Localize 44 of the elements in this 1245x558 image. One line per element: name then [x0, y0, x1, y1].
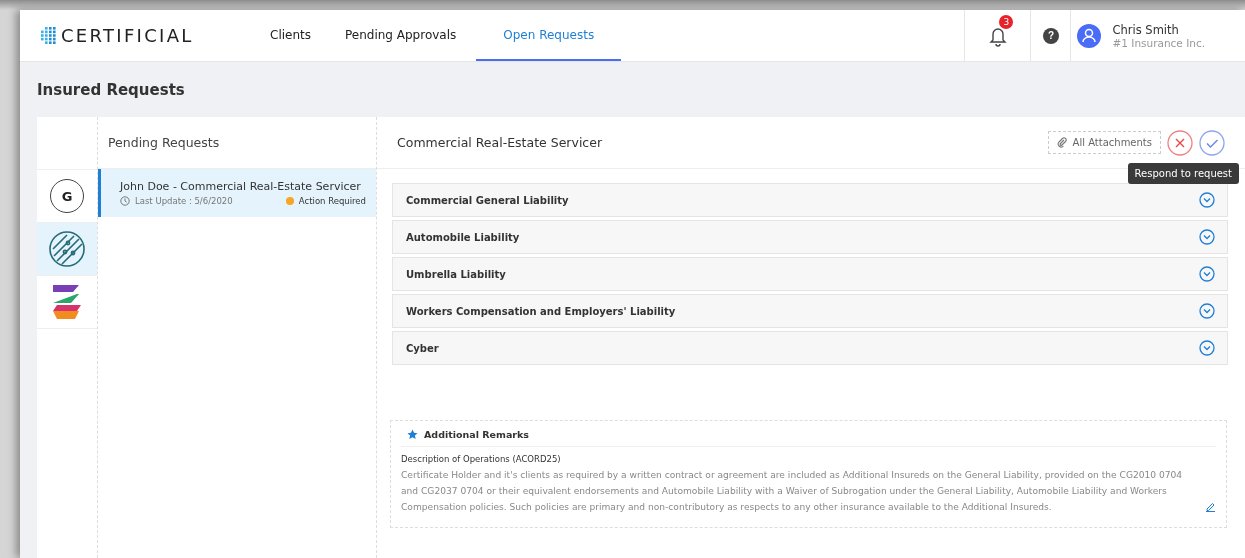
tooltip: Respond to request: [1127, 162, 1239, 184]
accordion-item[interactable]: Workers Compensation and Employers' Liability: [392, 294, 1228, 328]
accordion-item[interactable]: Umbrella Liability: [392, 257, 1228, 291]
remarks-text: Certificate Holder and it's clients as required by a written contract or agreement are included as Additional Insureds on the General Liability, provided on the CG2010 0704 and CG2037 0704 or their equivalent endorsements and Automobile Liability with a Waiver of Subrogation under the General Liability, Automobile Liability and Workers Compensation policies. Such policies are primary and non-contributory as respects to any other insurance available to the Additional Insureds.: [401, 469, 1184, 514]
request-item[interactable]: John Doe - Commercial Real-Estate Servicer Last Update : 5/6/2020 Action Required: [98, 169, 376, 217]
clock-icon: [120, 196, 130, 206]
help-button[interactable]: ?: [1042, 27, 1059, 44]
approve-button[interactable]: [1199, 129, 1225, 156]
attachments-button[interactable]: All Attachments: [1047, 131, 1161, 154]
nav-tab[interactable]: Pending Approvals: [331, 10, 471, 61]
notification-badge: 3: [999, 15, 1014, 29]
reject-button[interactable]: [1167, 129, 1193, 156]
chevron-icon[interactable]: [1199, 229, 1215, 245]
remarks-subtitle: Description of Operations (ACORD25): [401, 454, 562, 464]
pencil-icon[interactable]: [1205, 501, 1216, 512]
request-title: John Doe - Commercial Real-Estate Servicer: [120, 180, 362, 193]
status-text: Action Required: [298, 196, 366, 206]
accordion-item[interactable]: Commercial General Liability: [392, 183, 1228, 217]
chevron-icon[interactable]: [1199, 192, 1215, 208]
paperclip-icon: [1056, 137, 1067, 148]
user-company: #1 Insurance Inc.: [1112, 36, 1205, 49]
user-name: Chris Smith: [1112, 22, 1180, 37]
section-title: Commercial General Liability: [406, 194, 569, 206]
chevron-icon[interactable]: [1199, 340, 1215, 356]
accordion-item[interactable]: Cyber: [392, 331, 1228, 365]
remarks-title: Additional Remarks: [424, 429, 529, 440]
nav-tab[interactable]: Open Requests: [476, 10, 622, 61]
last-update-text: Last Update : 5/6/2020: [135, 196, 234, 206]
section-title: Automobile Liability: [406, 231, 520, 243]
page-title: Insured Requests: [37, 80, 185, 99]
chevron-icon[interactable]: [1199, 266, 1215, 282]
request-title: Commercial Real-Estate Servicer: [397, 135, 603, 150]
accordion-item[interactable]: Automobile Liability: [392, 220, 1228, 254]
star-icon: [407, 429, 418, 440]
certificial-logo: CERTIFICIAL: [20, 10, 250, 61]
column-title: Pending Requests: [108, 135, 220, 150]
avatar-icon[interactable]: [1077, 23, 1102, 48]
section-title: Cyber: [406, 342, 439, 354]
chevron-icon[interactable]: [1199, 303, 1215, 319]
nav-tab[interactable]: Clients: [256, 10, 325, 61]
section-title: Umbrella Liability: [406, 268, 506, 280]
circuit-logo-icon: [48, 230, 86, 268]
section-title: Workers Compensation and Employers' Liability: [406, 305, 676, 317]
client-logo-item[interactable]: [37, 223, 97, 276]
